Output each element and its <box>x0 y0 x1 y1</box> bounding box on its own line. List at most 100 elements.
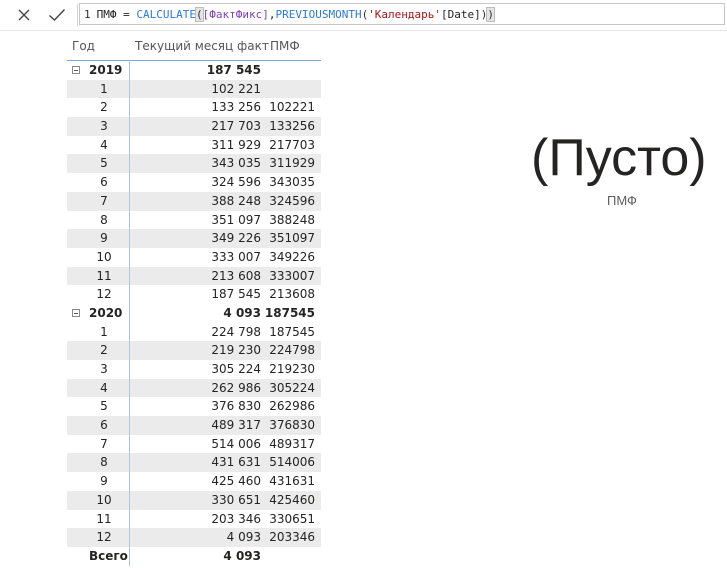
matrix-visual[interactable]: Год Текущий месяц факт ПМФ 2019 187 545 1 1… <box>67 36 321 566</box>
pmf-value: 343035 <box>269 175 315 190</box>
pmf-value: 305224 <box>269 380 315 395</box>
month-label: 2 <box>100 343 108 358</box>
formula-token: PREVIOUSMONTH <box>275 8 362 21</box>
month-label: 7 <box>100 436 108 451</box>
month-row[interactable]: 11 203 346 330651 <box>67 510 321 529</box>
month-label: 3 <box>100 362 108 376</box>
year-label: 2020 <box>89 305 123 320</box>
formula-input[interactable]: 1 ПМФ = CALCULATE([ФактФикс],PREVIOUSMONT… <box>79 3 725 25</box>
month-label: 9 <box>100 474 108 489</box>
month-label: 9 <box>100 231 108 246</box>
pmf-value: 102221 <box>269 100 315 115</box>
header-year[interactable]: Год <box>72 39 95 53</box>
month-label: 11 <box>96 511 112 526</box>
month-row[interactable]: 2 219 230 224798 <box>67 341 321 360</box>
formula-separator <box>77 4 78 26</box>
month-label: 7 <box>100 193 108 208</box>
fact-value: 351 097 <box>211 212 261 227</box>
pmf-value: 311929 <box>269 156 315 171</box>
month-label: 3 <box>100 119 108 134</box>
month-row[interactable]: 9 349 226 351097 <box>67 229 321 248</box>
pmf-value: 133256 <box>269 119 315 134</box>
month-row[interactable]: 1 224 798 187545 <box>67 323 321 342</box>
month-row[interactable]: 4 262 986 305224 <box>67 378 321 398</box>
matrix-header: Год Текущий месяц факт ПМФ <box>67 36 321 61</box>
formula-bar: 1 ПМФ = CALCULATE([ФактФикс],PREVIOUSMONT… <box>0 0 727 31</box>
fact-value: 333 007 <box>211 249 261 264</box>
month-row[interactable]: 3 217 703 133256 <box>67 117 321 136</box>
header-current-month-fact[interactable]: Текущий месяц факт <box>135 39 269 53</box>
month-row[interactable]: 5 343 035 311929 <box>67 154 321 174</box>
column-divider <box>129 60 130 566</box>
pmf-value: 514006 <box>269 455 315 470</box>
fact-value: 187 545 <box>206 63 261 77</box>
month-row[interactable]: 12 187 545 213608 <box>67 285 321 304</box>
month-row[interactable]: 6 324 596 343035 <box>67 173 321 192</box>
formula-token: [ФактФикс] <box>202 8 269 21</box>
month-row[interactable]: 8 351 097 388248 <box>67 211 321 230</box>
fact-value: 343 035 <box>211 156 261 171</box>
formula-token: [Date] <box>441 8 481 21</box>
month-row[interactable]: 1 102 221 <box>67 79 321 99</box>
commit-button[interactable] <box>46 5 68 25</box>
month-label: 10 <box>96 492 112 507</box>
fact-value: 102 221 <box>211 81 261 96</box>
fact-value: 388 248 <box>211 193 261 208</box>
month-label: 6 <box>100 175 108 190</box>
month-label: 6 <box>100 418 108 433</box>
year-row[interactable]: 2020 4 093 187545 <box>67 304 321 323</box>
pmf-value: 431631 <box>269 474 315 489</box>
fact-value: 4 093 <box>226 530 261 545</box>
pmf-value: 324596 <box>269 193 315 208</box>
pmf-value: 187545 <box>264 305 315 320</box>
pmf-value: 217703 <box>269 137 315 152</box>
total-row: Всего 4 093 <box>67 547 321 566</box>
month-row[interactable]: 5 376 830 262986 <box>67 397 321 416</box>
month-row[interactable]: 10 330 651 425460 <box>67 490 321 510</box>
month-label: 4 <box>100 137 108 152</box>
pmf-value: 333007 <box>269 268 315 283</box>
pmf-value: 187545 <box>269 324 315 339</box>
close-icon <box>18 9 30 21</box>
fact-value: 431 631 <box>211 455 261 470</box>
fact-value: 425 460 <box>211 474 261 489</box>
month-row[interactable]: 10 333 007 349226 <box>67 248 321 267</box>
month-label: 12 <box>96 287 112 302</box>
month-row[interactable]: 8 431 631 514006 <box>67 453 321 473</box>
month-row[interactable]: 12 4 093 203346 <box>67 528 321 547</box>
formula-text: ПМФ = CALCULATE([ФактФикс],PREVIOUSMONTH… <box>97 7 495 22</box>
fact-value: 262 986 <box>211 380 261 395</box>
month-label: 8 <box>100 212 108 227</box>
month-label: 5 <box>100 156 108 171</box>
pmf-value: 330651 <box>269 511 315 526</box>
formula-token: ) <box>486 7 495 22</box>
month-row[interactable]: 6 489 317 376830 <box>67 416 321 435</box>
year-label: 2019 <box>89 63 123 77</box>
pmf-value: 213608 <box>269 287 315 302</box>
month-label: 12 <box>96 530 112 545</box>
month-row[interactable]: 7 514 006 489317 <box>67 435 321 454</box>
fact-value: 133 256 <box>211 100 261 115</box>
month-row[interactable]: 3 305 224 219230 <box>67 360 321 379</box>
fact-value: 311 929 <box>211 137 261 152</box>
month-label: 5 <box>100 399 108 414</box>
formula-token: CALCULATE <box>136 8 196 21</box>
total-fact-value: 4 093 <box>223 548 261 563</box>
month-label: 8 <box>100 455 108 470</box>
pmf-value: 349226 <box>269 249 315 264</box>
year-row[interactable]: 2019 187 545 <box>67 61 321 80</box>
month-label: 11 <box>96 268 112 283</box>
fact-value: 305 224 <box>211 362 261 376</box>
month-row[interactable]: 9 425 460 431631 <box>67 472 321 491</box>
month-row[interactable]: 2 133 256 102221 <box>67 98 321 117</box>
formula-token: 'Календарь' <box>368 8 442 21</box>
month-row[interactable]: 7 388 248 324596 <box>67 191 321 211</box>
month-label: 1 <box>100 324 108 339</box>
pmf-value: 425460 <box>269 492 315 507</box>
pmf-value: 224798 <box>269 343 315 358</box>
matrix-body: 2019 187 545 1 102 221 2 133 256 102221 3 217 70… <box>67 61 321 566</box>
month-row[interactable]: 11 213 608 333007 <box>67 266 321 286</box>
header-pmf[interactable]: ПМФ <box>270 39 300 53</box>
cancel-button[interactable] <box>13 5 35 25</box>
month-row[interactable]: 4 311 929 217703 <box>67 136 321 155</box>
